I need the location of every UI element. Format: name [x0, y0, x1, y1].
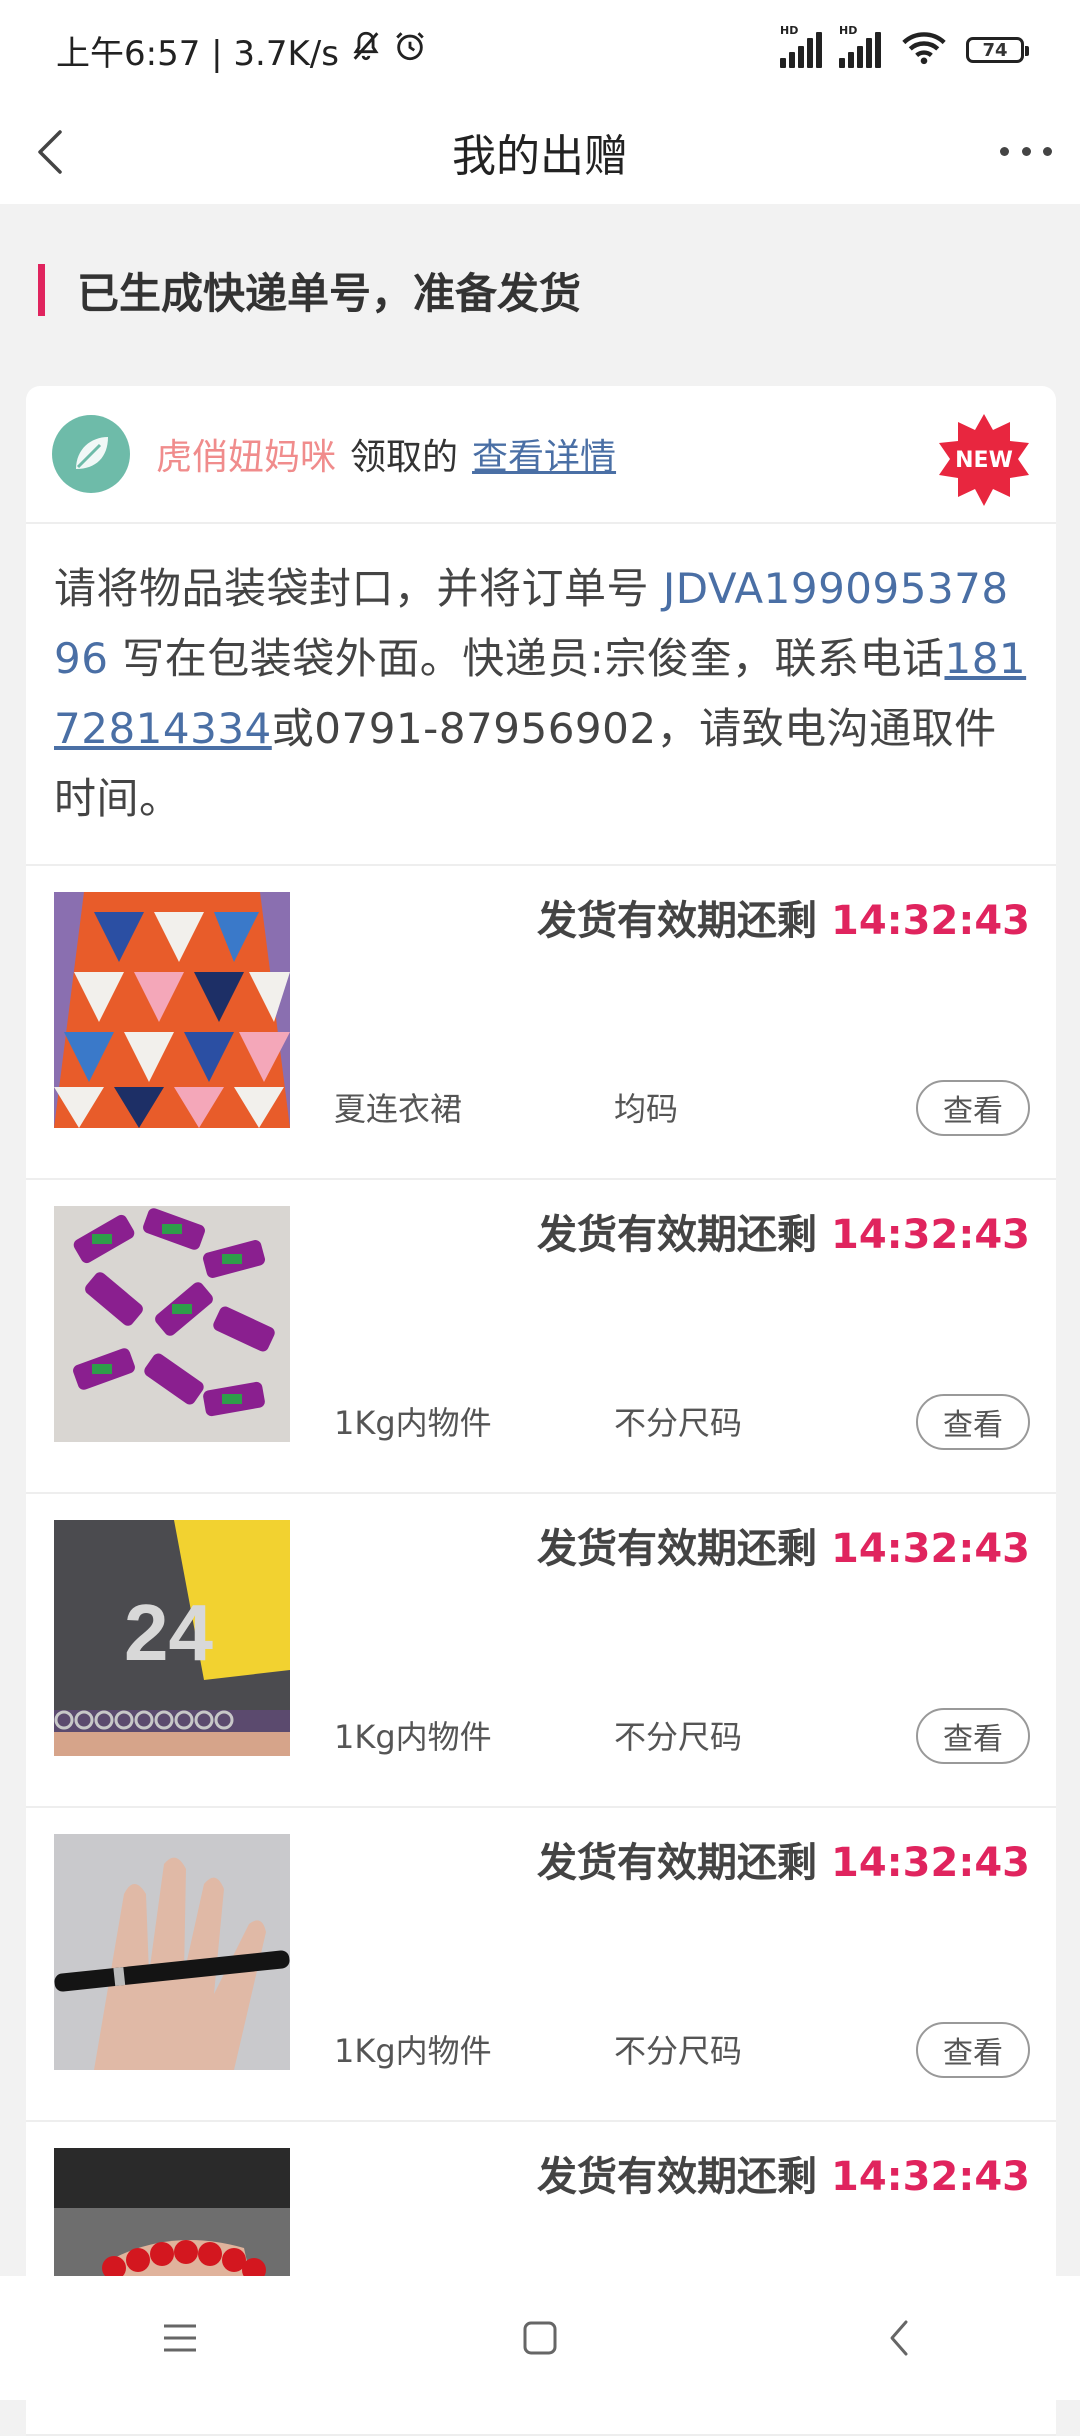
section-accent-bar	[38, 264, 45, 316]
signal-icon: HD	[780, 24, 825, 68]
hd-label-2: HD	[839, 24, 858, 37]
nav-bar: 我的出赠	[0, 100, 1080, 204]
notice-text-2: 写在包装袋外面。快递员:宗俊奎，联系电话	[108, 634, 945, 683]
countdown-time: 14:32:43	[831, 1212, 1030, 1258]
view-button[interactable]: 查看	[916, 1708, 1030, 1764]
status-time: 上午6:57 | 3.7K/s	[56, 33, 339, 74]
menu-button[interactable]	[150, 2308, 210, 2368]
more-dot-icon	[1000, 146, 1009, 156]
ship-countdown: 发货有效期还剩 14:32:43	[537, 2144, 1030, 2202]
countdown-time: 14:32:43	[831, 2154, 1030, 2200]
wifi-icon	[902, 31, 946, 69]
ship-countdown: 发货有效期还剩 14:32:43	[537, 1830, 1030, 1888]
countdown-label: 发货有效期还剩	[537, 1526, 818, 1572]
item-thumbnail[interactable]	[54, 1834, 290, 2070]
list-item: 发货有效期还剩 14:32:43 夏连衣裙 均码 查看	[26, 866, 1056, 1180]
list-item: 发货有效期还剩 14:32:43 1Kg内物件 不分尺码 查看	[26, 1180, 1056, 1494]
home-button[interactable]	[510, 2308, 570, 2368]
item-size: 不分尺码	[614, 2032, 743, 2070]
more-dot-icon	[1021, 146, 1031, 156]
countdown-label: 发货有效期还剩	[537, 1840, 818, 1886]
status-right: HD HD 74	[766, 24, 1029, 69]
item-name: 夏连衣裙	[334, 1090, 463, 1128]
battery-icon: 74	[966, 37, 1029, 63]
battery-level: 74	[982, 39, 1008, 61]
chevron-left-icon	[38, 130, 62, 174]
item-thumbnail[interactable]	[54, 892, 290, 1128]
leaf-logo-icon	[76, 437, 108, 469]
more-dot-icon	[1043, 146, 1052, 156]
section-title: 已生成快递单号，准备发货	[77, 268, 582, 318]
receiver-name[interactable]: 虎俏妞妈咪	[156, 428, 336, 480]
avatar[interactable]	[52, 415, 130, 493]
back-button[interactable]	[22, 122, 82, 182]
page-title: 我的出赠	[452, 131, 628, 182]
view-details-link[interactable]: 查看详情	[472, 428, 616, 480]
list-item: 24 发货有效期还剩 14:32:43 1Kg内物件 不分尺码 查看	[26, 1494, 1056, 1808]
ship-countdown: 发货有效期还剩 14:32:43	[537, 1516, 1030, 1574]
new-badge-label: NEW	[955, 447, 1013, 473]
order-card: 虎俏妞妈咪 领取的 查看详情 NEW 请将物品装袋封口，并将订单号 JDVA19…	[26, 386, 1056, 2436]
item-name: 1Kg内物件	[334, 2032, 492, 2070]
item-thumbnail[interactable]: 24	[54, 1520, 290, 1756]
system-back-button[interactable]	[870, 2308, 930, 2368]
countdown-time: 14:32:43	[831, 1840, 1030, 1886]
view-button[interactable]: 查看	[916, 1080, 1030, 1136]
card-header: 虎俏妞妈咪 领取的 查看详情 NEW	[26, 386, 1056, 524]
back-icon	[890, 2320, 908, 2356]
hd-label: HD	[780, 24, 799, 37]
more-options-button[interactable]	[1000, 136, 1052, 166]
item-thumbnail[interactable]	[54, 1206, 290, 1442]
countdown-label: 发货有效期还剩	[537, 1212, 818, 1258]
status-left: 上午6:57 | 3.7K/s	[56, 26, 427, 75]
system-nav-bar	[0, 2276, 1080, 2400]
ship-countdown: 发货有效期还剩 14:32:43	[537, 888, 1030, 946]
new-badge: NEW	[936, 412, 1032, 508]
section-header: 已生成快递单号，准备发货	[38, 260, 581, 320]
countdown-time: 14:32:43	[831, 1526, 1030, 1572]
svg-text:24: 24	[124, 1588, 213, 1677]
claimed-label: 领取的	[350, 437, 459, 478]
item-name: 1Kg内物件	[334, 1718, 492, 1756]
list-item: 发货有效期还剩 14:32:43 1Kg内物件 不分尺码 查看	[26, 1808, 1056, 2122]
mute-icon	[349, 29, 383, 72]
notice-text-1: 请将物品装袋封口，并将订单号	[54, 564, 663, 613]
item-name: 1Kg内物件	[334, 1404, 492, 1442]
home-icon	[523, 2321, 557, 2355]
ship-countdown: 发货有效期还剩 14:32:43	[537, 1202, 1030, 1260]
view-button[interactable]: 查看	[916, 1394, 1030, 1450]
menu-icon	[164, 2324, 196, 2352]
status-bar: 上午6:57 | 3.7K/s HD HD 74	[0, 0, 1080, 100]
signal-icon-2: HD	[839, 24, 884, 68]
item-size: 均码	[614, 1090, 679, 1128]
item-size: 不分尺码	[614, 1718, 743, 1756]
alarm-icon	[393, 29, 427, 72]
item-size: 不分尺码	[614, 1404, 743, 1442]
countdown-label: 发货有效期还剩	[537, 2154, 818, 2200]
countdown-label: 发货有效期还剩	[537, 898, 818, 944]
shipping-instructions: 请将物品装袋封口，并将订单号 JDVA19909537896 写在包装袋外面。快…	[26, 524, 1056, 866]
view-button[interactable]: 查看	[916, 2022, 1030, 2078]
countdown-time: 14:32:43	[831, 898, 1030, 944]
